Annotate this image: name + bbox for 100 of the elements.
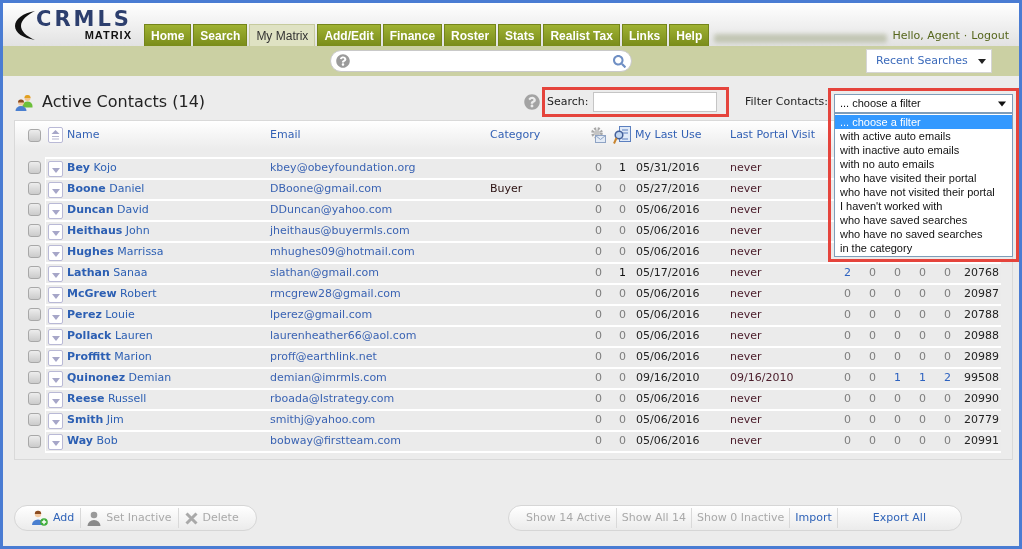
row-menu-button[interactable]: [48, 202, 63, 219]
help-icon[interactable]: [524, 94, 540, 110]
help-icon[interactable]: [336, 54, 350, 68]
column-header-link[interactable]: My Last Use: [635, 126, 702, 144]
contact-address-link[interactable]: smithj@yahoo.com: [270, 413, 376, 427]
contact-name-link[interactable]: Pollack Lauren: [67, 329, 153, 343]
row-menu-button[interactable]: [48, 328, 63, 345]
contact-name-link[interactable]: Duncan David: [67, 203, 149, 217]
dropdown-option[interactable]: ... choose a filter: [835, 115, 1012, 129]
nav-tab[interactable]: Stats: [498, 24, 542, 46]
contact-address-link[interactable]: laurenheather66@aol.com: [270, 329, 417, 343]
nav-tab[interactable]: Search: [193, 24, 248, 46]
checkbox[interactable]: [28, 203, 41, 216]
checkbox[interactable]: [28, 224, 41, 237]
contact-address-link[interactable]: DDuncan@yahoo.com: [270, 203, 393, 217]
checkbox[interactable]: [28, 350, 41, 363]
nav-tab[interactable]: Roster: [444, 24, 497, 46]
activity-count[interactable]: 1: [919, 371, 926, 385]
contact-name-link[interactable]: Lathan Sanaa: [67, 266, 148, 280]
activity-count: 0: [919, 266, 926, 280]
add-button[interactable]: Add: [25, 508, 81, 528]
row-menu-button[interactable]: [48, 349, 63, 366]
checkbox[interactable]: [28, 287, 41, 300]
global-search-field[interactable]: [330, 50, 632, 72]
activity-count[interactable]: 1: [894, 371, 901, 385]
row-menu-button[interactable]: [48, 433, 63, 450]
checkbox[interactable]: [28, 128, 41, 142]
checkbox[interactable]: [28, 392, 41, 405]
dropdown-option[interactable]: who have visited their portal: [835, 171, 1012, 185]
contact-name-link[interactable]: Heithaus John: [67, 224, 150, 238]
contact-address-link[interactable]: lperez@gmail.com: [270, 308, 373, 322]
contact-name-link[interactable]: Quinonez Demian: [67, 371, 172, 385]
row-menu-button[interactable]: [48, 391, 63, 408]
column-header-link[interactable]: Category: [490, 126, 541, 144]
row-menu-button[interactable]: [48, 286, 63, 303]
row-menu-button[interactable]: [48, 307, 63, 324]
dropdown-option[interactable]: with no auto emails: [835, 157, 1012, 171]
checkbox[interactable]: [28, 371, 41, 384]
contact-address-link[interactable]: jheithaus@buyermls.com: [270, 224, 410, 238]
checkbox[interactable]: [28, 182, 41, 195]
contact-name-link[interactable]: Boone Daniel: [67, 182, 145, 196]
nav-tab[interactable]: Realist Tax: [543, 24, 620, 46]
dropdown-option[interactable]: who have not visited their portal: [835, 185, 1012, 199]
checkbox[interactable]: [28, 435, 41, 448]
checkbox[interactable]: [28, 245, 41, 258]
contact-name-link[interactable]: Bey Kojo: [67, 161, 117, 175]
column-header-link[interactable]: Name: [67, 126, 100, 144]
checkbox[interactable]: [28, 161, 41, 174]
activity-count[interactable]: 2: [944, 371, 951, 385]
dropdown-option[interactable]: with inactive auto emails: [835, 143, 1012, 157]
checkbox[interactable]: [28, 413, 41, 426]
contact-name-link[interactable]: Reese Russell: [67, 392, 147, 406]
search-input[interactable]: [592, 92, 717, 112]
contact-address-link[interactable]: kbey@obeyfoundation.org: [270, 161, 416, 175]
export-button[interactable]: Export All: [836, 508, 961, 528]
dropdown-option[interactable]: I haven't worked with: [835, 199, 1012, 213]
contact-address-link[interactable]: demian@imrmls.com: [270, 371, 387, 385]
row-menu-button[interactable]: [48, 181, 63, 198]
contact-address-link[interactable]: mhughes09@hotmail.com: [270, 245, 415, 259]
contact-name-link[interactable]: Perez Louie: [67, 308, 135, 322]
filter-select[interactable]: ... choose a filter: [834, 94, 1013, 113]
contact-address-link[interactable]: bobway@firstteam.com: [270, 434, 401, 448]
import-button[interactable]: Import: [789, 508, 837, 528]
row-menu-button[interactable]: [48, 370, 63, 387]
row-menu-button[interactable]: [48, 244, 63, 261]
dropdown-option[interactable]: who have saved searches: [835, 213, 1012, 227]
dropdown-option[interactable]: who have no saved searches: [835, 227, 1012, 241]
dropdown-option[interactable]: with active auto emails: [835, 129, 1012, 143]
nav-tab[interactable]: My Matrix: [249, 24, 316, 46]
contact-address-link[interactable]: rboada@Istrategy.com: [270, 392, 395, 406]
activity-count: 0: [894, 434, 901, 448]
contact-address-link[interactable]: proff@earthlink.net: [270, 350, 377, 364]
nav-tab[interactable]: Links: [621, 24, 668, 46]
dropdown-option[interactable]: in the category: [835, 241, 1012, 255]
nav-tab[interactable]: Home: [144, 24, 192, 46]
column-header-link[interactable]: Last Portal Visit: [730, 126, 815, 144]
row-menu-button[interactable]: [48, 265, 63, 282]
nav-tab[interactable]: Add/Edit: [317, 24, 381, 46]
contact-address-link[interactable]: DBoone@gmail.com: [270, 182, 382, 196]
sort-button[interactable]: [48, 127, 63, 143]
contact-name-link[interactable]: Way Bob: [67, 434, 118, 448]
contact-name-link[interactable]: Proffitt Marion: [67, 350, 152, 364]
contact-address-link[interactable]: slathan@gmail.com: [270, 266, 380, 280]
contact-name-link[interactable]: Smith Jim: [67, 413, 124, 427]
nav-tab[interactable]: Help: [669, 24, 710, 46]
checkbox[interactable]: [28, 329, 41, 342]
recent-searches-dropdown[interactable]: Recent Searches: [866, 49, 992, 73]
contact-name-link[interactable]: McGrew Robert: [67, 287, 157, 301]
column-header-link[interactable]: Email: [270, 126, 301, 144]
row-menu-button[interactable]: [48, 160, 63, 177]
logout-link[interactable]: Logout: [971, 27, 1009, 44]
row-menu-button[interactable]: [48, 412, 63, 429]
nav-tab[interactable]: Finance: [382, 24, 443, 46]
checkbox[interactable]: [28, 266, 41, 279]
contact-address-link[interactable]: rmcgrew28@gmail.com: [270, 287, 401, 301]
activity-count[interactable]: 2: [844, 266, 851, 280]
checkbox[interactable]: [28, 308, 41, 321]
contact-name-link[interactable]: Hughes Marrissa: [67, 245, 164, 259]
row-menu-button[interactable]: [48, 223, 63, 240]
search-icon[interactable]: [613, 54, 626, 68]
